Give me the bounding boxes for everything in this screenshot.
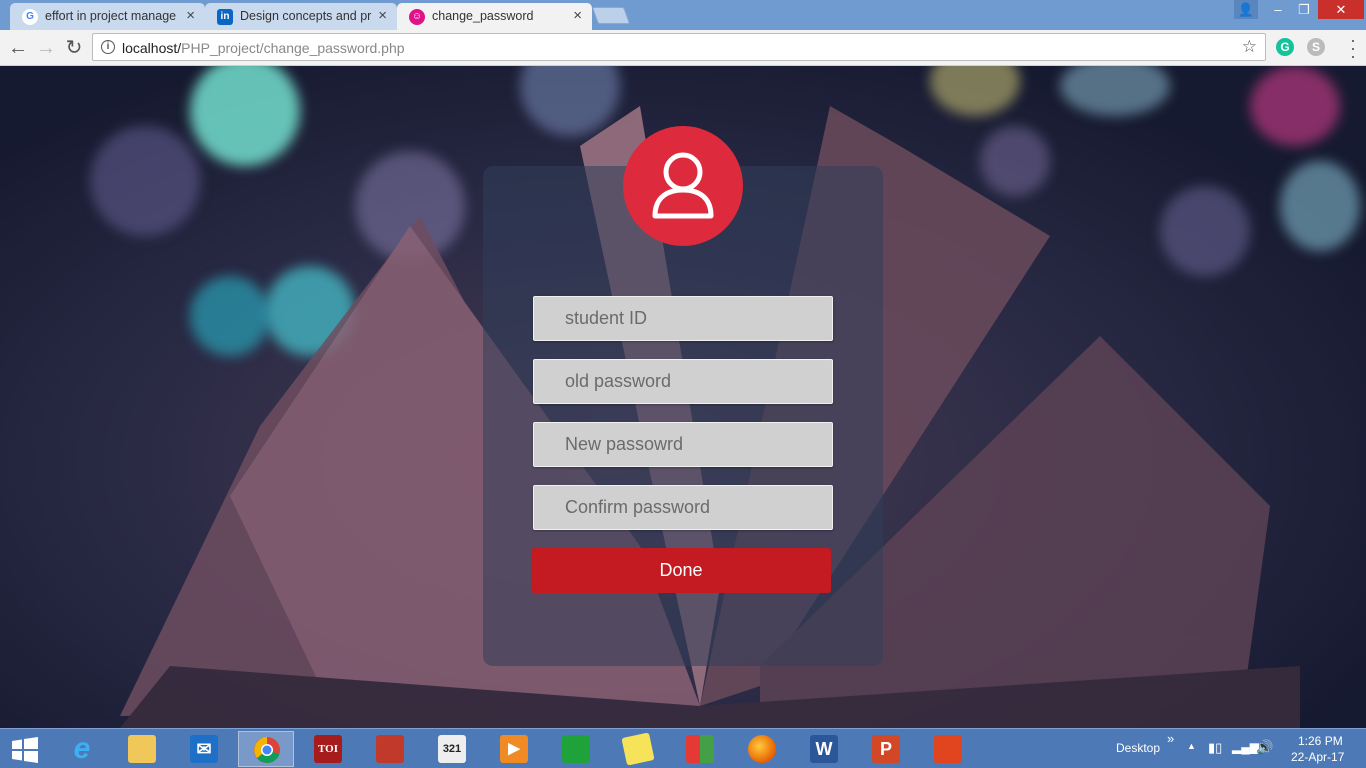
desktop-toolbar-label[interactable]: Desktop	[1116, 741, 1160, 755]
taskbar-word[interactable]: W	[796, 731, 852, 767]
tiles-app-icon	[686, 735, 714, 763]
volume-icon[interactable]: 🔊	[1256, 739, 1273, 756]
tab-design-concepts[interactable]: in Design concepts and prin ×	[205, 3, 397, 30]
taskbar-powerpoint[interactable]: P	[858, 731, 914, 767]
outlook-icon: ✉	[190, 735, 218, 763]
taskbar-times-of-india[interactable]: TOI	[300, 731, 356, 767]
word-icon: W	[810, 735, 838, 763]
info-icon[interactable]: i	[101, 40, 115, 54]
browser-toolbar: ← → ↻ i localhost/PHP_project/change_pas…	[0, 30, 1366, 66]
media-player-icon: ▶	[500, 735, 528, 763]
grammarly-icon[interactable]: G	[1276, 38, 1294, 56]
url-path: PHP_project/change_password.php	[181, 40, 405, 56]
close-window-button[interactable]: ✕	[1318, 0, 1364, 19]
taskbar-file-explorer[interactable]	[114, 731, 170, 767]
taskbar: e ✉ TOI 321 ▶ W P Desktop » ▲ ▮▯ ▂▄▆ 🔊 1…	[0, 728, 1366, 768]
firefox-icon	[748, 735, 776, 763]
tab-strip: G effort in project manage × in Design c…	[0, 0, 1366, 31]
acrobat-icon	[934, 735, 962, 763]
tab-change-password[interactable]: ☺ change_password ×	[397, 3, 592, 31]
toolbar-chevron-icon[interactable]: »	[1167, 731, 1174, 746]
clock-date[interactable]: 22-Apr-17	[1291, 750, 1344, 764]
tab-title: effort in project manage	[45, 9, 177, 23]
tab-title: change_password	[432, 9, 534, 23]
show-hidden-icons-icon[interactable]: ▲	[1187, 741, 1196, 751]
file-explorer-icon	[128, 735, 156, 763]
back-arrow-icon[interactable]: ←	[6, 36, 30, 60]
linkedin-icon: in	[217, 9, 233, 25]
chrome-icon	[254, 737, 280, 763]
bookmark-star-icon[interactable]: ☆	[1242, 37, 1257, 57]
old-password-input[interactable]	[534, 360, 832, 403]
student-id-input[interactable]	[534, 297, 832, 340]
taskbar-app[interactable]	[362, 731, 418, 767]
signal-icon[interactable]: ▂▄▆	[1232, 740, 1259, 754]
tab-close-icon[interactable]: ×	[378, 7, 387, 24]
internet-explorer-icon: e	[73, 732, 91, 765]
network-icon[interactable]: ▮▯	[1208, 740, 1222, 756]
menu-icon[interactable]: · · ·	[1350, 31, 1356, 65]
php-app-icon: ☺	[409, 9, 425, 25]
reload-icon[interactable]: ↻	[62, 36, 86, 60]
tab-effort-project-management[interactable]: G effort in project manage ×	[10, 3, 205, 30]
taskbar-outlook[interactable]: ✉	[176, 731, 232, 767]
tab-close-icon[interactable]: ×	[573, 7, 582, 24]
user-icon	[652, 152, 714, 219]
new-password-input[interactable]	[534, 423, 832, 466]
store-icon	[562, 735, 590, 763]
app-icon	[376, 735, 404, 763]
google-icon: G	[22, 9, 38, 25]
skype-icon[interactable]: S	[1307, 38, 1325, 56]
taskbar-chrome[interactable]	[238, 731, 294, 767]
new-tab-button[interactable]	[591, 7, 631, 24]
avatar	[623, 126, 743, 246]
taskbar-calendar-app[interactable]: 321	[424, 731, 480, 767]
taskbar-tiles-app[interactable]	[672, 731, 728, 767]
sticky-notes-icon	[621, 732, 655, 766]
start-button[interactable]	[0, 731, 50, 767]
done-button[interactable]: Done	[531, 548, 831, 593]
old-password-field	[533, 359, 833, 404]
address-bar[interactable]: i localhost/PHP_project/change_password.…	[92, 33, 1266, 61]
taskbar-sticky-notes[interactable]	[610, 731, 666, 767]
confirm-password-input[interactable]	[534, 486, 832, 529]
taskbar-firefox[interactable]	[734, 731, 790, 767]
powerpoint-icon: P	[872, 735, 900, 763]
calendar-app-icon: 321	[438, 735, 466, 763]
tab-close-icon[interactable]: ×	[186, 7, 195, 24]
forward-arrow-icon[interactable]: →	[34, 36, 58, 60]
windows-logo-icon	[12, 737, 38, 763]
profile-icon[interactable]: 👤	[1234, 0, 1258, 19]
taskbar-store[interactable]	[548, 731, 604, 767]
taskbar-internet-explorer[interactable]: e	[54, 731, 110, 767]
minimize-button[interactable]: ‒	[1264, 0, 1292, 19]
confirm-password-field	[533, 485, 833, 530]
taskbar-acrobat[interactable]	[920, 731, 976, 767]
taskbar-media-player[interactable]: ▶	[486, 731, 542, 767]
address-url[interactable]: localhost/PHP_project/change_password.ph…	[122, 40, 405, 56]
student-id-field	[533, 296, 833, 341]
restore-button[interactable]: ❐	[1292, 0, 1316, 19]
tab-title: Design concepts and prin	[240, 9, 372, 23]
clock-time[interactable]: 1:26 PM	[1298, 734, 1343, 748]
new-password-field	[533, 422, 833, 467]
url-host: localhost/	[122, 40, 182, 56]
times-of-india-icon: TOI	[314, 735, 342, 763]
